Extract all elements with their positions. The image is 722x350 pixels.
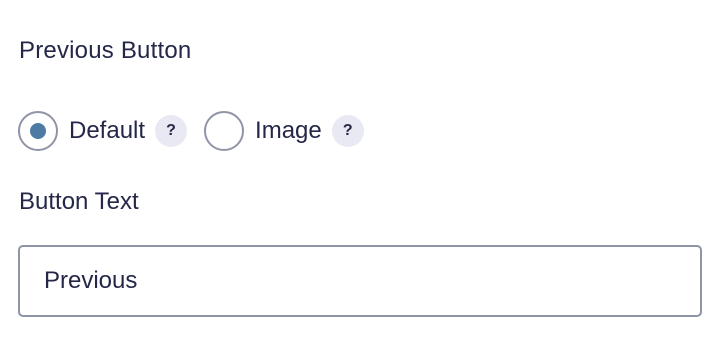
- previous-button-heading: Previous Button: [19, 37, 192, 64]
- radio-default[interactable]: [18, 111, 58, 151]
- button-text-input[interactable]: [18, 245, 702, 317]
- radio-option-image[interactable]: Image: [204, 111, 322, 151]
- button-type-radio-group: Default ? Image ?: [18, 108, 364, 154]
- radio-label-image[interactable]: Image: [255, 116, 322, 146]
- help-icon[interactable]: ?: [331, 115, 364, 147]
- radio-label-default[interactable]: Default: [69, 116, 145, 146]
- help-icon[interactable]: ?: [155, 115, 188, 147]
- radio-image[interactable]: [204, 111, 245, 151]
- radio-option-default[interactable]: Default: [18, 111, 145, 151]
- button-text-label: Button Text: [19, 188, 139, 215]
- radio-selected-dot: [30, 123, 46, 139]
